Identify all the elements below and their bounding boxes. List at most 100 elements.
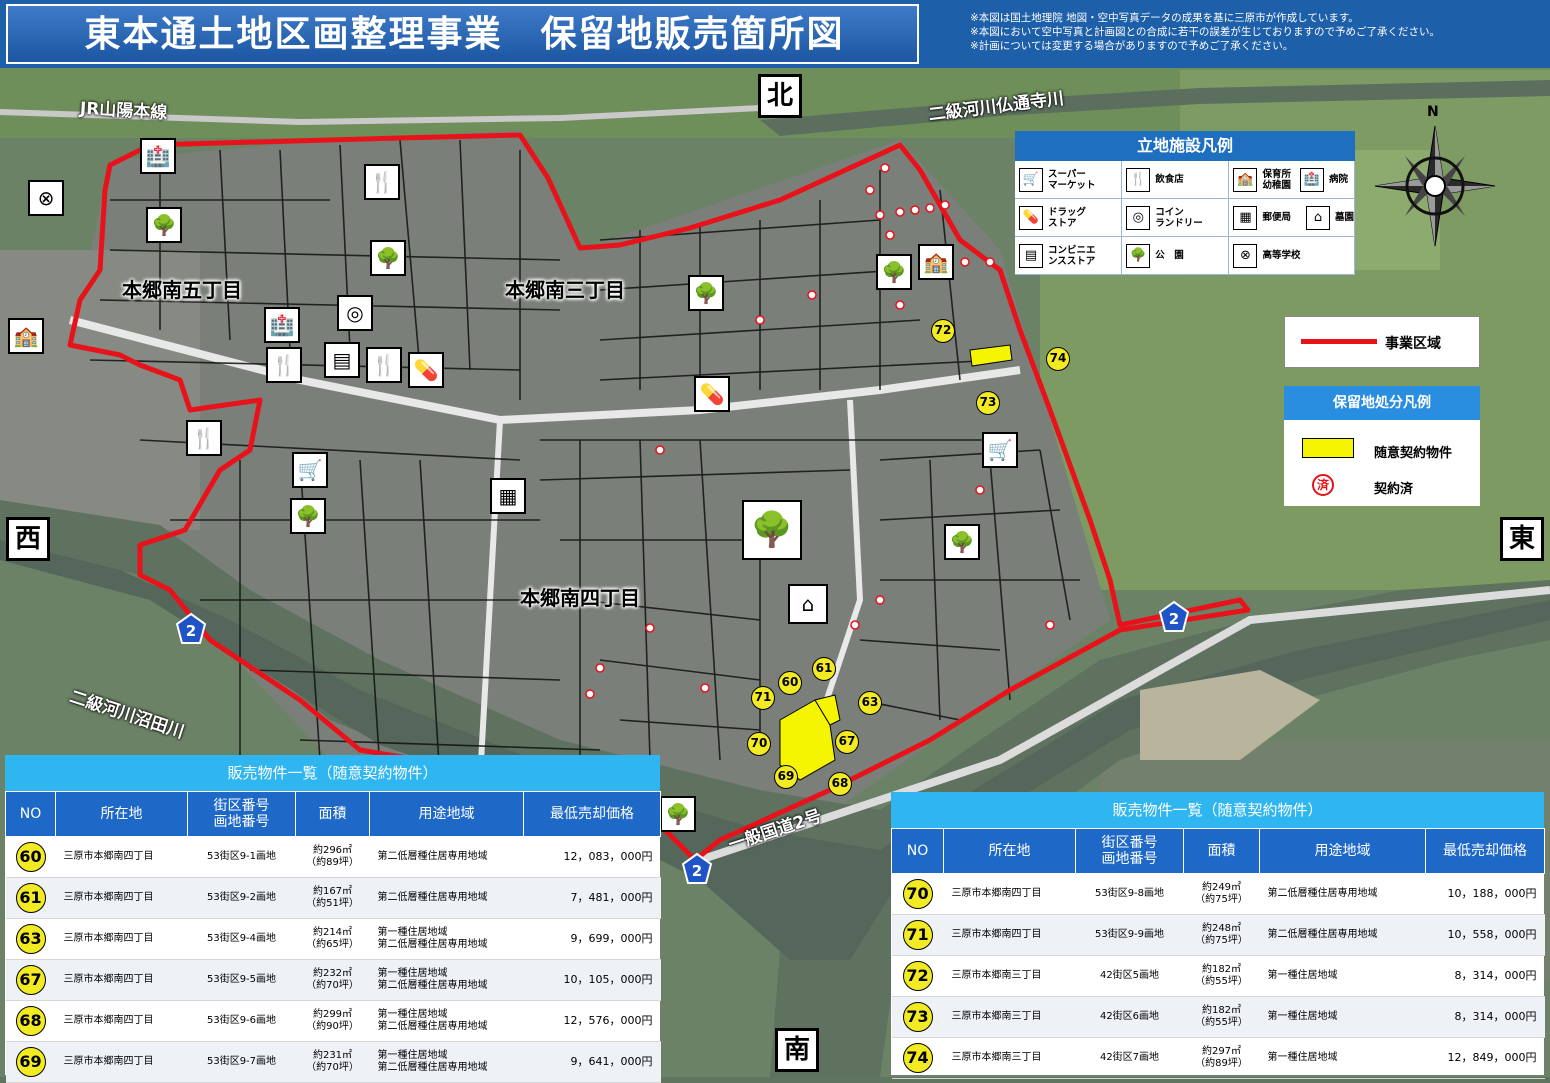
table-row[interactable]: 67 三原市本郷南四丁目 53街区9-5画地 約232㎡ （約70坪） 第一種住居地域 …	[5, 959, 661, 1001]
property-table: NO 所在地 街区番号 画地番号 面積 用途地域 最低売却価格 60 三原市本郷南…	[5, 791, 661, 1083]
drugstore-icon: 💊	[1019, 205, 1043, 230]
negotiated-label: 随意契約物件	[1374, 446, 1453, 461]
col-zoning: 用途地域	[369, 791, 524, 837]
park-icon: 🌳	[290, 498, 326, 534]
project-area-line	[1301, 339, 1377, 344]
lot-marker-74[interactable]: 74	[1046, 347, 1070, 371]
lot-number: 72	[902, 961, 933, 991]
project-area-label: 事業区域	[1385, 336, 1441, 352]
direction-south: 南	[775, 1028, 819, 1072]
lot-marker-67[interactable]: 67	[835, 730, 859, 754]
convenience-store-icon: ▤	[324, 342, 360, 378]
cemetery-icon: ⌂	[1305, 205, 1330, 230]
post-office-icon: ▦	[1233, 205, 1258, 230]
project-area-legend: 事業区域	[1284, 316, 1480, 368]
table-row[interactable]: 61 三原市本郷南四丁目 53街区9-2画地 約167㎡ （約51坪） 第二低層種住居専…	[5, 877, 661, 919]
contracted-label: 契約済	[1374, 482, 1414, 497]
table-row[interactable]: 69 三原市本郷南四丁目 53街区9-7画地 約231㎡ （約70坪） 第一種住居地域 …	[5, 1041, 661, 1083]
route-2-marker: 2	[175, 612, 207, 644]
compass-north-letter: N	[1427, 104, 1439, 120]
supermarket-icon: 🛒	[292, 452, 328, 488]
lot-legend: 保留地処分凡例 随意契約物件 済 契約済	[1284, 386, 1480, 506]
table-row[interactable]: 72 三原市本郷南三丁目 42街区5画地 約182㎡ （約55坪） 第一種住居地域 8，3…	[891, 955, 1545, 997]
district-label-3chome: 本郷南三丁目	[505, 278, 625, 302]
supermarket-icon: 🛒	[982, 432, 1018, 468]
park-icon: 🌳	[876, 254, 912, 290]
lot-marker-69[interactable]: 69	[774, 765, 798, 789]
hospital-icon: 🏥	[140, 138, 176, 174]
table-row[interactable]: 60 三原市本郷南四丁目 53街区9-1画地 約296㎡ （約89坪） 第二低層種住居専…	[5, 836, 661, 878]
col-no: NO	[5, 791, 56, 837]
park-icon: 🌳	[146, 207, 182, 243]
restaurant-icon: 🍴	[266, 347, 302, 383]
col-zoning: 用途地域	[1259, 828, 1426, 874]
table-row[interactable]: 71 三原市本郷南四丁目 53街区9-9画地 約248㎡ （約75坪） 第二低層種住居専…	[891, 914, 1545, 956]
supermarket-icon: 🛒	[1019, 167, 1043, 192]
laundry-icon: ◎	[337, 295, 373, 331]
title-box: 東本通土地区画整理事業 保留地販売箇所図	[6, 4, 919, 64]
table-header-row: NO 所在地 街区番号 画地番号 面積 用途地域 最低売却価格	[891, 828, 1545, 874]
facility-legend: 立地施設凡例 🛒 スーパー マーケット 🍴 飲食店 🏫 保育所 幼稚園 🏥 病院 💊 ドラッ…	[1015, 131, 1355, 275]
lot-marker-70[interactable]: 70	[747, 732, 771, 756]
lot-marker-68[interactable]: 68	[828, 772, 852, 796]
legend-item: 🏫 保育所 幼稚園 🏥 病院	[1229, 161, 1355, 199]
lot-marker-71[interactable]: 71	[751, 686, 775, 710]
restaurant-icon: 🍴	[366, 347, 402, 383]
lot-marker-63[interactable]: 63	[858, 691, 882, 715]
lot-number: 71	[902, 920, 933, 950]
legend-item: ◎ コイン ランドリー	[1122, 199, 1230, 237]
route-number: 2	[692, 862, 702, 880]
park-icon: 🌳	[370, 240, 406, 276]
route-number: 2	[1169, 610, 1179, 628]
district-label-4chome: 本郷南四丁目	[520, 586, 640, 610]
lot-number: 73	[902, 1002, 933, 1032]
table-row[interactable]: 73 三原市本郷南三丁目 42街区6画地 約182㎡ （約55坪） 第一種住居地域 8，3…	[891, 996, 1545, 1038]
lot-number: 69	[15, 1047, 46, 1077]
legend-item: 🌳 公 園	[1122, 237, 1230, 275]
restaurant-icon: 🍴	[1126, 167, 1151, 192]
header-bar: 東本通土地区画整理事業 保留地販売箇所図 ※本図は国土地理院 地図・空中写真デー…	[0, 0, 1550, 68]
table-row[interactable]: 70 三原市本郷南四丁目 53街区9-8画地 約249㎡ （約75坪） 第二低層種住居専…	[891, 873, 1545, 915]
lot-legend-title: 保留地処分凡例	[1284, 386, 1480, 420]
table-row[interactable]: 74 三原市本郷南三丁目 42街区7画地 約297㎡ （約89坪） 第一種住居地域 12，…	[891, 1037, 1545, 1079]
col-no: NO	[891, 828, 944, 874]
col-price: 最低売却価格	[523, 791, 661, 837]
table-row[interactable]: 63 三原市本郷南四丁目 53街区9-4画地 約214㎡ （約65坪） 第一種住居地域 …	[5, 918, 661, 960]
hospital-icon: 🏥	[1299, 167, 1324, 192]
header-notes: ※本図は国土地理院 地図・空中写真データの成果を基に三原市が作成しています。 ※…	[970, 11, 1440, 53]
restaurant-icon: 🍴	[364, 164, 400, 200]
drugstore-icon: 💊	[408, 352, 444, 388]
lot-marker-60[interactable]: 60	[778, 671, 802, 695]
nursery-icon: 🏫	[8, 318, 44, 354]
col-block: 街区番号 画地番号	[1075, 828, 1184, 874]
lot-number: 70	[902, 879, 933, 909]
lot-marker-61[interactable]: 61	[812, 657, 836, 681]
drugstore-icon: 💊	[694, 376, 730, 412]
legend-item: ⊗ 高等学校	[1229, 237, 1355, 275]
nursery-icon: 🏫	[918, 244, 954, 280]
laundry-icon: ◎	[1126, 205, 1151, 230]
contracted-mark-icon: 済	[1312, 474, 1334, 496]
district-label-5chome: 本郷南五丁目	[122, 278, 242, 302]
lot-marker-73[interactable]: 73	[976, 391, 1000, 415]
col-price: 最低売却価格	[1425, 828, 1545, 874]
col-area: 面積	[1183, 828, 1260, 874]
legend-item: 🛒 スーパー マーケット	[1015, 161, 1123, 199]
legend-item: ▤ コンビニエ ンスストア	[1015, 237, 1123, 275]
route-2-marker: 2	[681, 852, 713, 884]
lot-marker-72[interactable]: 72	[931, 319, 955, 343]
sales-table-right: 販売物件一覧（随意契約物件） NO 所在地 街区番号 画地番号 面積 用途地域 …	[891, 792, 1545, 1079]
note-line: ※本図は国土地理院 地図・空中写真データの成果を基に三原市が作成しています。	[970, 12, 1359, 24]
col-block: 街区番号 画地番号	[187, 791, 296, 837]
legend-item: 💊 ドラッグ ストア	[1015, 199, 1123, 237]
convenience-store-icon: ▤	[1019, 243, 1043, 268]
park-icon: 🌳	[688, 275, 724, 311]
table-header-row: NO 所在地 街区番号 画地番号 面積 用途地域 最低売却価格	[5, 791, 661, 837]
note-line: ※本図において空中写真と計画図との合成に若干の誤差が生じておりますので予めご了承…	[970, 26, 1441, 38]
route-2-marker: 2	[1158, 600, 1190, 632]
rail-label: JR山陽本線	[79, 98, 168, 124]
table-row[interactable]: 68 三原市本郷南四丁目 53街区9-6画地 約299㎡ （約90坪） 第一種住居地域 …	[5, 1000, 661, 1042]
direction-east: 東	[1500, 517, 1544, 561]
col-area: 面積	[295, 791, 370, 837]
facility-legend-title: 立地施設凡例	[1015, 131, 1355, 161]
